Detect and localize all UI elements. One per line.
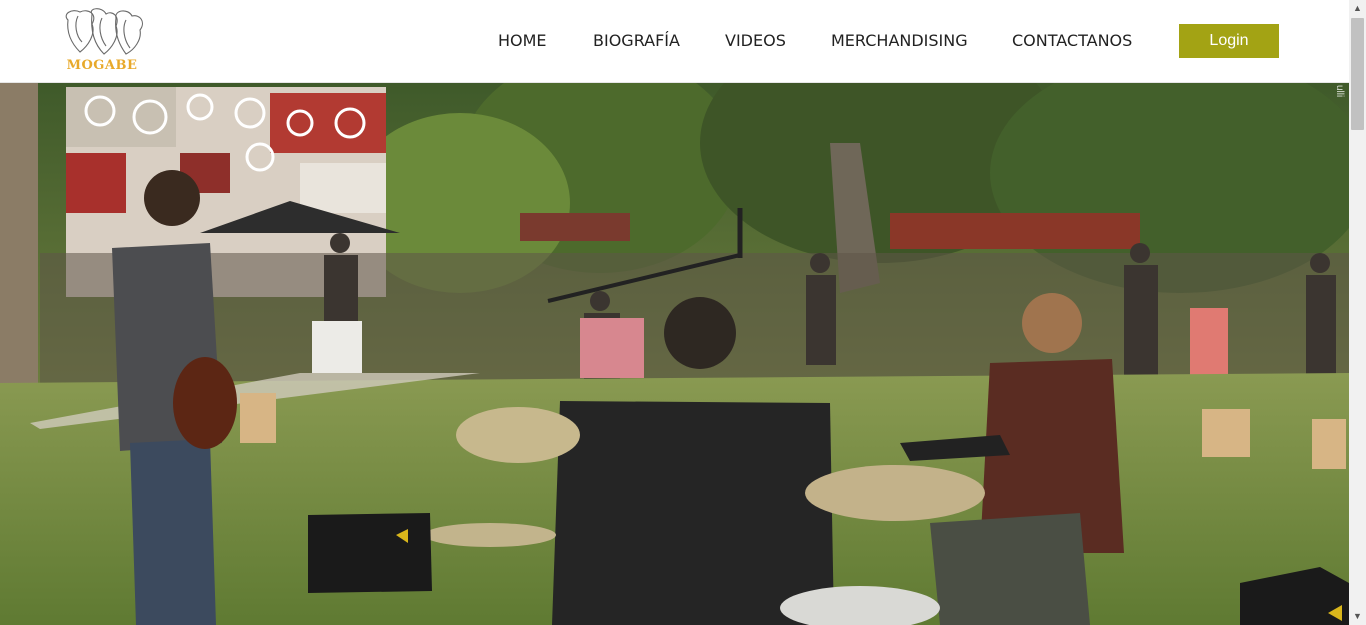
nav-videos[interactable]: VIDEOS <box>725 31 786 50</box>
brand-logo[interactable]: MOGABE <box>58 6 146 74</box>
nav-merchandising[interactable]: MERCHANDISING <box>831 31 968 50</box>
brand-name: MOGABE <box>66 58 138 73</box>
login-button[interactable]: Login <box>1179 24 1279 58</box>
hero-image: ulli <box>0 83 1349 625</box>
photo-credit: ulli <box>1334 85 1345 98</box>
nav-home[interactable]: HOME <box>498 31 547 50</box>
scroll-down-icon[interactable]: ▼ <box>1349 608 1366 625</box>
vertical-scrollbar[interactable]: ▲ ▼ <box>1349 0 1366 625</box>
elephants-logo-icon <box>65 8 143 55</box>
hero-photo <box>0 83 1349 625</box>
site-header: MOGABE HOME BIOGRAFÍA VIDEOS MERCHANDISI… <box>0 0 1349 83</box>
scroll-thumb[interactable] <box>1351 18 1364 130</box>
nav-contactanos[interactable]: CONTACTANOS <box>1012 31 1132 50</box>
nav-biografia[interactable]: BIOGRAFÍA <box>593 31 680 50</box>
scroll-up-icon[interactable]: ▲ <box>1349 0 1366 17</box>
